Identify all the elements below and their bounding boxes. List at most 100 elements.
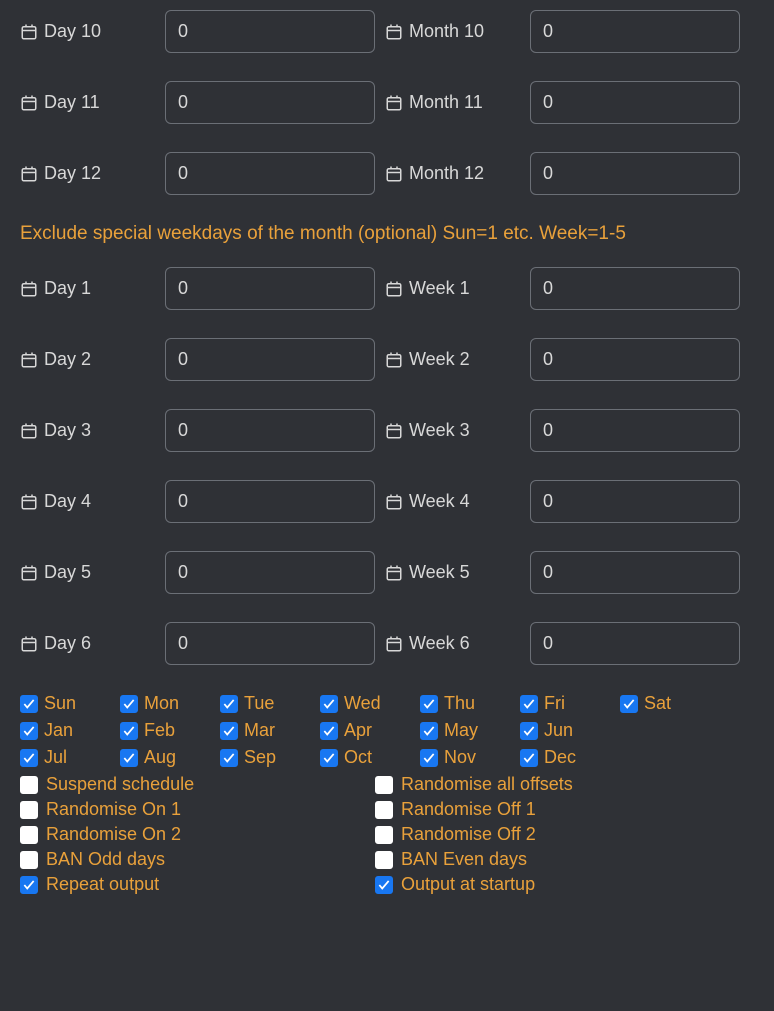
checkbox[interactable] bbox=[20, 801, 38, 819]
checkbox[interactable] bbox=[375, 876, 393, 894]
checkbox[interactable] bbox=[220, 749, 238, 767]
week_rows-input-right[interactable] bbox=[530, 409, 740, 452]
top_rows-input-right[interactable] bbox=[530, 152, 740, 195]
checkbox[interactable] bbox=[120, 749, 138, 767]
check-label: Sat bbox=[644, 693, 671, 714]
option-right[interactable]: Randomise Off 2 bbox=[375, 824, 730, 845]
checkbox[interactable] bbox=[20, 876, 38, 894]
week_rows-label-right: Week 4 bbox=[385, 491, 520, 512]
month-check[interactable]: Nov bbox=[420, 747, 520, 768]
option-left[interactable]: Repeat output bbox=[20, 874, 375, 895]
label-text: Week 4 bbox=[409, 491, 470, 512]
checkbox[interactable] bbox=[375, 801, 393, 819]
checkbox[interactable] bbox=[420, 749, 438, 767]
option-left[interactable]: Randomise On 2 bbox=[20, 824, 375, 845]
checkbox[interactable] bbox=[20, 776, 38, 794]
month-check[interactable]: Sep bbox=[220, 747, 320, 768]
month-check[interactable]: Jul bbox=[20, 747, 120, 768]
label-text: Day 11 bbox=[44, 92, 100, 113]
checkbox[interactable] bbox=[520, 749, 538, 767]
option-left[interactable]: Suspend schedule bbox=[20, 774, 375, 795]
checkbox[interactable] bbox=[375, 851, 393, 869]
week_rows-input-left[interactable] bbox=[165, 267, 375, 310]
checkbox[interactable] bbox=[420, 695, 438, 713]
option-right[interactable]: BAN Even days bbox=[375, 849, 730, 870]
week_rows-input-left[interactable] bbox=[165, 338, 375, 381]
option-right[interactable]: Randomise all offsets bbox=[375, 774, 730, 795]
week_rows-input-left[interactable] bbox=[165, 409, 375, 452]
week_rows-label-right: Week 3 bbox=[385, 420, 520, 441]
checkbox[interactable] bbox=[320, 722, 338, 740]
checkbox[interactable] bbox=[375, 826, 393, 844]
week_rows-input-right[interactable] bbox=[530, 338, 740, 381]
checkbox[interactable] bbox=[20, 749, 38, 767]
calendar-icon bbox=[385, 165, 403, 183]
checkbox[interactable] bbox=[375, 776, 393, 794]
top_rows-input-left[interactable] bbox=[165, 81, 375, 124]
option-label: Repeat output bbox=[46, 874, 159, 895]
option-label: Randomise Off 1 bbox=[401, 799, 536, 820]
check-label: Nov bbox=[444, 747, 476, 768]
month-check[interactable]: Mar bbox=[220, 720, 320, 741]
week_rows-input-right[interactable] bbox=[530, 551, 740, 594]
day-check[interactable]: Mon bbox=[120, 693, 220, 714]
checkbox[interactable] bbox=[120, 695, 138, 713]
checkbox[interactable] bbox=[120, 722, 138, 740]
day-check[interactable]: Wed bbox=[320, 693, 420, 714]
week_rows-input-right[interactable] bbox=[530, 622, 740, 665]
week_rows-input-right[interactable] bbox=[530, 480, 740, 523]
top_rows-input-left[interactable] bbox=[165, 152, 375, 195]
checkbox[interactable] bbox=[520, 695, 538, 713]
checkbox[interactable] bbox=[20, 826, 38, 844]
day-check[interactable]: Sat bbox=[620, 693, 720, 714]
week_rows-input-left[interactable] bbox=[165, 480, 375, 523]
option-left[interactable]: BAN Odd days bbox=[20, 849, 375, 870]
calendar-icon bbox=[385, 280, 403, 298]
label-text: Week 2 bbox=[409, 349, 470, 370]
month-check[interactable]: Oct bbox=[320, 747, 420, 768]
option-label: Randomise On 1 bbox=[46, 799, 181, 820]
week_rows-label-left: Day 3 bbox=[20, 420, 155, 441]
week_rows-input-left[interactable] bbox=[165, 551, 375, 594]
week_rows-input-left[interactable] bbox=[165, 622, 375, 665]
label-text: Month 11 bbox=[409, 92, 483, 113]
week_rows-row: Day 3 Week 3 bbox=[20, 409, 754, 452]
day-check[interactable]: Tue bbox=[220, 693, 320, 714]
check-label: Mar bbox=[244, 720, 275, 741]
day-check[interactable]: Fri bbox=[520, 693, 620, 714]
day-check[interactable]: Thu bbox=[420, 693, 520, 714]
calendar-icon bbox=[20, 351, 38, 369]
top_rows-label-right: Month 12 bbox=[385, 163, 520, 184]
months-row-1: JanFeb Mar AprMayJun bbox=[20, 720, 754, 741]
checkbox[interactable] bbox=[20, 695, 38, 713]
month-check[interactable]: Apr bbox=[320, 720, 420, 741]
top_rows-row: Day 10Month 10 bbox=[20, 10, 754, 53]
check-label: Aug bbox=[144, 747, 176, 768]
month-check[interactable]: Aug bbox=[120, 747, 220, 768]
top_rows-input-left[interactable] bbox=[165, 10, 375, 53]
week_rows-label-right: Week 5 bbox=[385, 562, 520, 583]
option-left[interactable]: Randomise On 1 bbox=[20, 799, 375, 820]
checkbox[interactable] bbox=[220, 722, 238, 740]
top_rows-label-right: Month 10 bbox=[385, 21, 520, 42]
month-check[interactable]: Jun bbox=[520, 720, 620, 741]
label-text: Week 5 bbox=[409, 562, 470, 583]
week_rows-input-right[interactable] bbox=[530, 267, 740, 310]
day-check[interactable]: Sun bbox=[20, 693, 120, 714]
checkbox[interactable] bbox=[520, 722, 538, 740]
checkbox[interactable] bbox=[20, 851, 38, 869]
month-check[interactable]: Jan bbox=[20, 720, 120, 741]
top_rows-input-right[interactable] bbox=[530, 81, 740, 124]
checkbox[interactable] bbox=[220, 695, 238, 713]
checkbox[interactable] bbox=[320, 749, 338, 767]
checkbox[interactable] bbox=[320, 695, 338, 713]
option-right[interactable]: Randomise Off 1 bbox=[375, 799, 730, 820]
option-right[interactable]: Output at startup bbox=[375, 874, 730, 895]
checkbox[interactable] bbox=[420, 722, 438, 740]
month-check[interactable]: Feb bbox=[120, 720, 220, 741]
month-check[interactable]: Dec bbox=[520, 747, 620, 768]
checkbox[interactable] bbox=[20, 722, 38, 740]
top_rows-input-right[interactable] bbox=[530, 10, 740, 53]
checkbox[interactable] bbox=[620, 695, 638, 713]
month-check[interactable]: May bbox=[420, 720, 520, 741]
